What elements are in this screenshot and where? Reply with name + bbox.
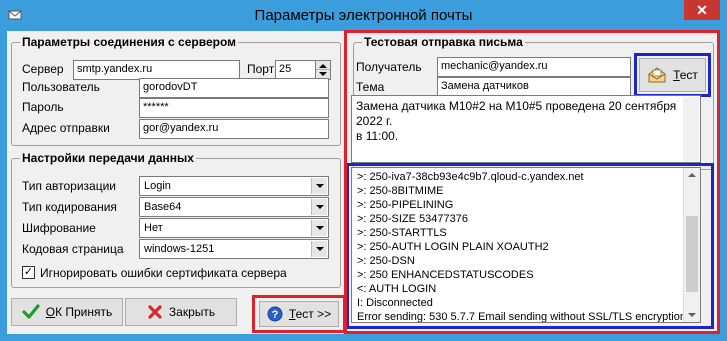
codepage-select-value: windows-1251 [144, 243, 215, 255]
port-input[interactable]: 25 [275, 60, 317, 80]
chevron-down-icon[interactable] [311, 241, 327, 257]
chevron-down-icon[interactable] [311, 220, 327, 236]
stepper-up-icon[interactable] [316, 61, 330, 70]
chevron-down-icon[interactable] [311, 199, 327, 215]
chevron-down-icon[interactable] [311, 178, 327, 194]
cipher-select[interactable]: Нет [139, 218, 329, 238]
email-settings-window: Параметры электронной почты ✕ Параметры … [0, 0, 727, 341]
ignore-cert-label[interactable]: Игнорировать ошибки сертификата сервера [40, 266, 287, 280]
encoding-label: Тип кодирования [22, 200, 117, 214]
close-window-button[interactable]: ✕ [684, 0, 720, 20]
sender-input[interactable]: gor@yandex.ru [139, 119, 329, 139]
transfer-group-title: Настройки передачи данных [22, 151, 194, 165]
close-icon: ✕ [696, 2, 708, 18]
ignore-cert-checkbox[interactable]: ✓ [22, 266, 35, 279]
user-label: Пользователь [22, 80, 100, 94]
cipher-select-value: Нет [144, 222, 163, 234]
highlight-test-panel [344, 30, 720, 334]
close-button[interactable]: Закрыть [125, 298, 237, 326]
checkmark-icon [22, 304, 40, 319]
port-label: Порт [247, 62, 275, 76]
auth-label: Тип авторизации [22, 179, 116, 193]
server-label: Сервер [22, 62, 64, 76]
window-title: Параметры электронной почты [254, 7, 473, 24]
connection-group-title: Параметры соединения с сервером [22, 35, 236, 49]
sender-label: Адрес отправки [22, 121, 110, 135]
highlight-test-expand [252, 295, 346, 333]
close-button-label: Закрыть [168, 305, 216, 319]
codepage-select[interactable]: windows-1251 [139, 239, 329, 259]
port-stepper[interactable] [315, 60, 331, 80]
encoding-select-value: Base64 [144, 201, 182, 213]
encoding-select[interactable]: Base64 [139, 197, 329, 217]
codepage-label: Кодовая страница [22, 242, 124, 256]
password-input[interactable]: ****** [139, 98, 329, 118]
user-input[interactable]: gorodovDT [139, 78, 329, 98]
password-label: Пароль [22, 100, 64, 114]
cipher-label: Шифрование [22, 221, 96, 235]
dialog-client-area: Параметры соединения с сервером Сервер s… [7, 30, 720, 334]
checkmark-icon: ✓ [23, 266, 34, 278]
auth-select-value: Login [144, 180, 171, 192]
ok-button-label: ОК Принять [45, 305, 113, 319]
auth-select[interactable]: Login [139, 176, 329, 196]
title-bar[interactable]: Параметры электронной почты ✕ [0, 0, 727, 31]
ok-button[interactable]: ОК Принять [11, 298, 123, 326]
server-input[interactable]: smtp.yandex.ru [73, 60, 240, 80]
cross-icon [148, 305, 162, 319]
